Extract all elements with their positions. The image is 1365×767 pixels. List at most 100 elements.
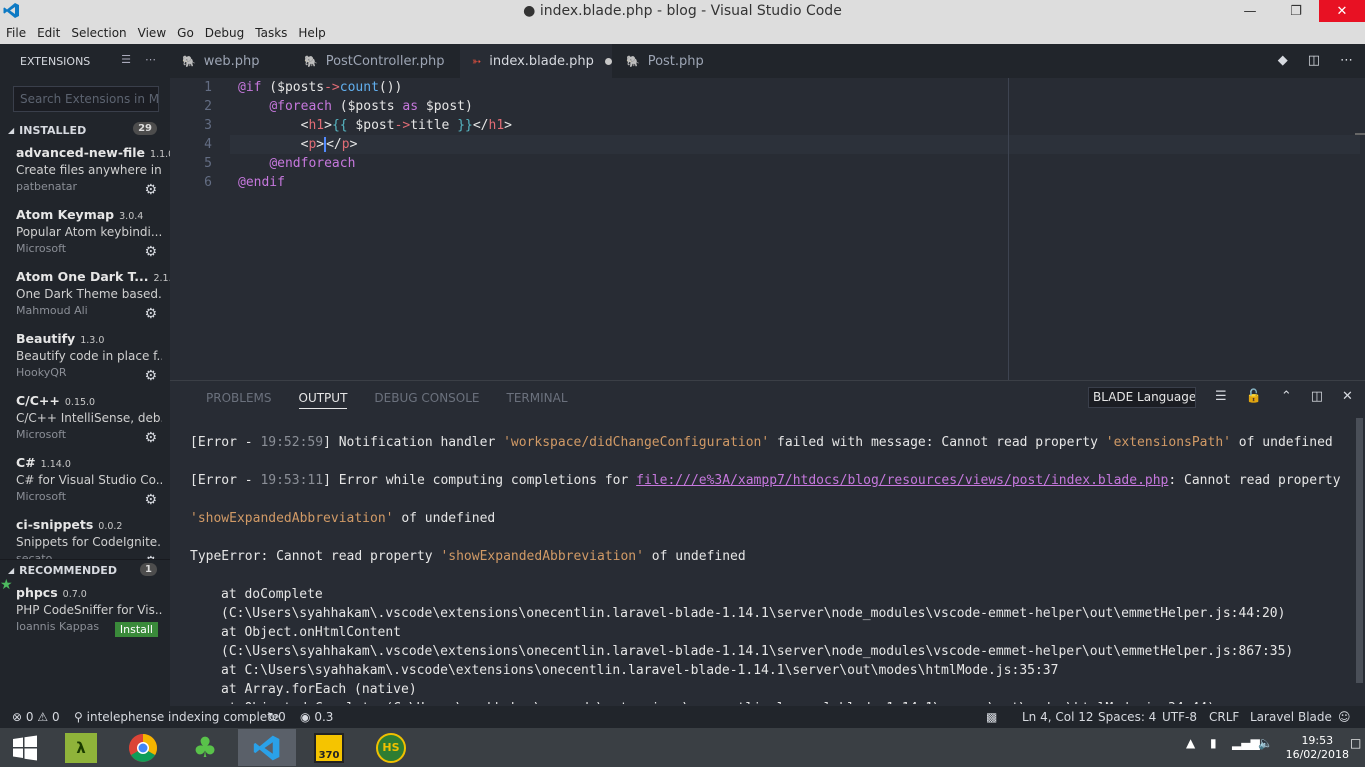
tab-web-php[interactable]: 🐘 web.php (170, 44, 290, 78)
tab-output[interactable]: OUTPUT (298, 391, 348, 409)
gear-icon[interactable]: ⚙ (144, 492, 157, 508)
install-button[interactable]: Install (114, 622, 158, 637)
taskbar-app-hs[interactable]: HS (362, 729, 420, 766)
extension-name: C# (16, 455, 36, 470)
extension-item[interactable]: Atom One Dark T... 2.1.0 One Dark Theme ba… (0, 265, 170, 327)
gear-icon[interactable]: ⚙ (144, 182, 157, 198)
network-signal-icon[interactable]: ▂▄▆ (1232, 736, 1260, 750)
extension-version: 1.1.0 (150, 149, 170, 160)
taskbar-app-terminal[interactable]: λ (52, 729, 110, 766)
menu-selection[interactable]: Selection (67, 26, 130, 40)
vscode-icon (253, 735, 280, 760)
recommended-section-header[interactable]: ◢ RECOMMENDED 1 (0, 559, 170, 581)
tab-debug-console[interactable]: DEBUG CONSOLE (374, 391, 479, 409)
menu-help[interactable]: Help (294, 26, 329, 40)
menu-bar: File Edit Selection View Go Debug Tasks … (0, 22, 1365, 44)
more-actions-icon[interactable]: ⋯ (145, 53, 156, 66)
extension-description: Create files anywhere in... (16, 163, 162, 177)
maximize-panel-icon[interactable]: ⌃ (1281, 389, 1292, 404)
lock-scroll-icon[interactable]: 🔓 (1246, 389, 1262, 404)
menu-edit[interactable]: Edit (33, 26, 64, 40)
extension-item[interactable]: Beautify 1.3.0 Beautify code in place f...… (0, 327, 170, 389)
taskbar-app-clover[interactable]: ♣ (176, 729, 234, 766)
gear-icon[interactable]: ⚙ (144, 430, 157, 446)
problems-status[interactable]: ⊗ 0 ⚠ 0 (12, 710, 60, 724)
extension-item[interactable]: C# 1.14.0 C# for Visual Studio Co... Micros… (0, 451, 170, 513)
gear-icon[interactable]: ⚙ (144, 306, 157, 322)
gear-icon[interactable]: ⚙ (144, 244, 157, 260)
file-link[interactable]: file:///e%3A/xampp7/htdocs/blog/resource… (636, 473, 1168, 488)
open-changes-icon[interactable]: ◆ (1278, 53, 1288, 68)
code-line: @foreach ($posts as $post) (269, 99, 473, 114)
code-line: <p> </p> (238, 137, 358, 152)
recommended-label: RECOMMENDED (19, 564, 117, 577)
clock-time: 19:53 (1301, 734, 1334, 747)
php-file-icon: 🐘 (304, 54, 318, 68)
encoding-status[interactable]: UTF-8 (1162, 710, 1197, 724)
version-status[interactable]: ◉ 0.3 (300, 710, 333, 724)
minimize-icon[interactable]: — (1227, 0, 1273, 22)
tab-index-blade-php[interactable]: ➳ index.blade.php (460, 44, 612, 78)
extension-version: 1.3.0 (80, 335, 105, 346)
indentation-status[interactable]: Spaces: 4 (1098, 710, 1156, 724)
taskbar-app-media[interactable]: 370 (300, 729, 358, 766)
gear-icon[interactable]: ⚙ (144, 368, 157, 384)
stack-trace-line: at Object.onHtmlContent (221, 625, 402, 640)
menu-tasks[interactable]: Tasks (251, 26, 291, 40)
close-panel-icon[interactable]: ✕ (1342, 389, 1353, 404)
toggle-panel-position-icon[interactable]: ◫ (1311, 389, 1323, 404)
sync-status[interactable]: ↻0 (268, 710, 286, 724)
output-log[interactable]: [Error - 19:52:59] Notification handler … (190, 414, 1355, 704)
window-title: ● index.blade.php - blog - Visual Studio… (523, 3, 842, 19)
stack-trace-line: at Array.forEach (native) (221, 682, 417, 697)
notifications-icon[interactable]: □ (1350, 736, 1361, 750)
log-line: 'showExpandedAbbreviation' of undefined (190, 511, 496, 526)
extension-item[interactable]: C/C++ 0.15.0 C/C++ IntelliSense, deb... Mic… (0, 389, 170, 451)
close-icon[interactable]: ✕ (1319, 0, 1365, 22)
tab-label: web.php (203, 53, 260, 69)
extension-version: 0.0.2 (98, 521, 123, 532)
extension-item[interactable]: advanced-new-file 1.1.0 Create files anywh… (0, 141, 170, 203)
language-mode[interactable]: Laravel Blade (1250, 710, 1332, 724)
installed-section-header[interactable]: ◢ INSTALLED 29 (0, 119, 170, 141)
battery-icon[interactable]: ▮ (1210, 736, 1217, 750)
menu-debug[interactable]: Debug (201, 26, 248, 40)
start-button[interactable] (0, 729, 50, 766)
tab-terminal[interactable]: TERMINAL (507, 391, 568, 409)
tab-label: index.blade.php (489, 53, 594, 69)
extension-name: advanced-new-file (16, 145, 146, 160)
recommended-extension-item[interactable]: ★ phpcs 0.7.0 PHP CodeSniffer for Vis... … (0, 577, 170, 643)
code-line: @endforeach (269, 156, 356, 171)
tab-post-php[interactable]: 🐘 Post.php (612, 44, 732, 78)
extension-item[interactable]: Atom Keymap 3.0.4 Popular Atom keybindi...… (0, 203, 170, 265)
clear-output-icon[interactable]: ☰ (1215, 389, 1227, 404)
terminal-icon[interactable]: ▩ (986, 710, 997, 724)
collapse-triangle-icon: ◢ (8, 566, 15, 575)
menu-view[interactable]: View (134, 26, 170, 40)
code-editor[interactable]: 1 2 3 4 5 6 @if ($posts->count()) @forea… (170, 78, 1365, 380)
tab-postcontroller-php[interactable]: 🐘 PostController.php (290, 44, 460, 78)
more-actions-icon[interactable]: ⋯ (1340, 53, 1353, 68)
extension-item[interactable]: ci-snippets 0.0.2 Snippets for CodeIgnite.… (0, 513, 170, 559)
clear-extensions-icon[interactable]: ☰ (121, 53, 131, 66)
collapse-triangle-icon: ◢ (8, 125, 15, 135)
output-channel-select[interactable]: BLADE Language Server (1088, 387, 1196, 408)
cursor-position[interactable]: Ln 4, Col 12 (1022, 710, 1094, 724)
extensions-search-input[interactable]: Search Extensions in Marketplace (13, 86, 159, 112)
tab-problems[interactable]: PROBLEMS (206, 391, 272, 409)
title-bar: ● index.blade.php - blog - Visual Studio… (0, 0, 1365, 22)
volume-icon[interactable]: 🔈 (1258, 736, 1273, 750)
eol-status[interactable]: CRLF (1209, 710, 1239, 724)
menu-file[interactable]: File (2, 26, 30, 40)
show-hidden-icons-icon[interactable]: ▲ (1186, 736, 1195, 750)
system-clock[interactable]: 19:53 16/02/2018 (1286, 734, 1349, 762)
restore-icon[interactable]: ❐ (1273, 0, 1319, 22)
feedback-icon[interactable]: ☺ (1338, 710, 1351, 724)
menu-go[interactable]: Go (173, 26, 198, 40)
taskbar-app-vscode[interactable] (238, 729, 296, 766)
split-editor-icon[interactable]: ◫ (1308, 53, 1320, 68)
output-scrollbar[interactable] (1356, 418, 1363, 683)
unsaved-dot-icon[interactable] (604, 57, 612, 65)
indexing-status[interactable]: ⚲ intelephense indexing complete (74, 710, 279, 724)
taskbar-app-chrome[interactable] (114, 729, 172, 766)
